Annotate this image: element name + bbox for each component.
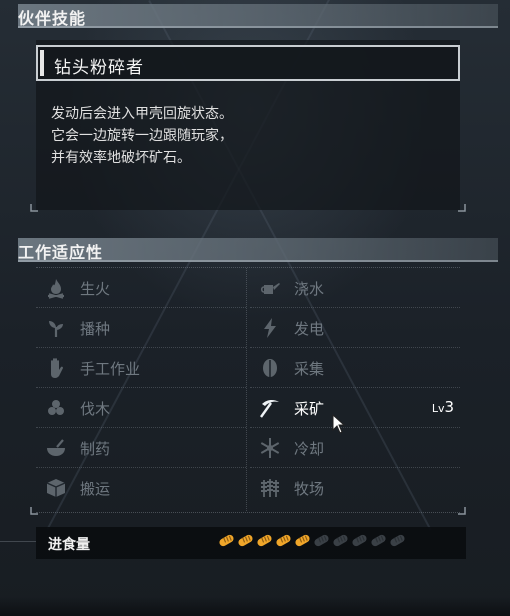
bottom-fade [0,596,510,616]
mouse-cursor-icon [332,414,346,434]
work-item-handiwork[interactable]: 手工作业 [36,348,246,388]
bread-icon [238,534,253,547]
logs-icon [48,400,64,415]
work-suitability-header: 工作适应性 [18,238,498,262]
skill-name-box: 钻头粉碎者 [36,45,460,81]
skill-description: 发动后会进入甲壳回旋状态。 它会一边旋转一边跟随玩家， 并有效率地破坏矿石。 [51,103,451,169]
work-item-label: 牧场 [294,480,325,498]
leaf-icon [263,359,277,377]
hand-icon [51,358,63,378]
corner-bracket [458,204,466,212]
bread-icon [219,534,234,547]
fire-icon [48,279,64,299]
level-number: 3 [444,398,454,416]
divider-line [0,541,36,542]
work-item-label: 制药 [80,440,111,458]
corner-bracket [458,507,466,515]
work-item-label: 采矿 [294,400,325,418]
work-suitability-title: 工作适应性 [18,243,104,262]
work-item-watering[interactable]: 浇水 [250,268,460,308]
bread-icon [352,534,367,547]
skill-name-accent [40,50,44,76]
bread-icon [257,534,272,547]
work-item-mining[interactable]: 采矿 Lv3 [250,388,460,428]
work-item-label: 搬运 [80,480,111,498]
lightning-icon [264,318,276,338]
skill-description-line: 并有效率地破坏矿石。 [51,150,191,166]
work-item-label: 手工作业 [80,360,141,378]
work-item-farming[interactable]: 牧场 [250,468,460,508]
work-item-transporting[interactable]: 搬运 [36,468,246,508]
skill-name: 钻头粉碎者 [54,58,144,78]
partner-skill-title: 伙伴技能 [18,9,87,28]
food-label: 进食量 [48,537,90,553]
bread-icon [295,534,310,547]
work-item-planting[interactable]: 播种 [36,308,246,348]
watering-can-icon [260,283,280,294]
skill-description-line: 发动后会进入甲壳回旋状态。 [51,106,233,122]
skill-description-line: 它会一边旋转一边跟随玩家， [51,128,233,144]
mortar-bowl-icon [47,439,65,456]
bread-icon [333,534,348,547]
work-item-label: 发电 [294,320,325,338]
work-item-label: 伐木 [80,400,111,418]
work-item-cooling[interactable]: 冷却 [250,428,460,468]
bread-icon [371,534,386,547]
work-item-level: Lv3 [432,398,454,416]
bread-icon [314,534,329,547]
wheat-icon [261,479,279,497]
pickaxe-icon [260,399,279,418]
work-item-medicine[interactable]: 制药 [36,428,246,468]
corner-bracket [30,204,38,212]
bread-icon [390,534,405,547]
snowflake-icon [260,438,280,458]
grid-divider [246,268,247,511]
work-item-label: 播种 [80,320,111,338]
work-item-gathering[interactable]: 采集 [250,348,460,388]
work-item-label: 采集 [294,360,325,378]
corner-bracket [30,507,38,515]
work-item-label: 冷却 [294,440,325,458]
bread-icon [276,534,291,547]
sprout-icon [49,321,63,337]
level-prefix: Lv [431,402,445,415]
work-item-lumbering[interactable]: 伐木 [36,388,246,428]
work-item-kindling[interactable]: 生火 [36,268,246,308]
box-icon [46,479,66,497]
work-item-label: 浇水 [294,280,325,298]
partner-skill-header: 伙伴技能 [18,4,498,28]
work-item-electricity[interactable]: 发电 [250,308,460,348]
work-item-label: 生火 [80,280,111,298]
